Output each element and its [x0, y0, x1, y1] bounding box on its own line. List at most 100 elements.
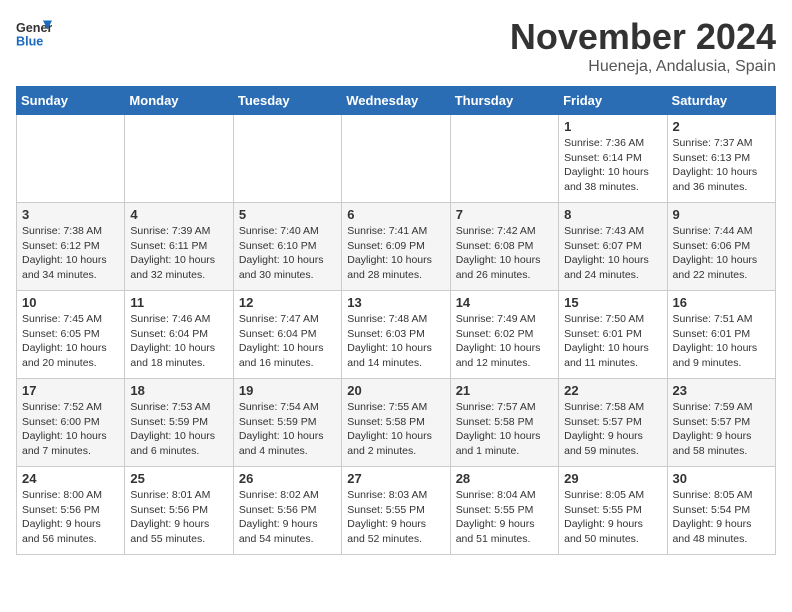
day-number: 6 [347, 207, 444, 222]
day-number: 18 [130, 383, 227, 398]
day-info: Sunrise: 7:55 AM Sunset: 5:58 PM Dayligh… [347, 400, 444, 459]
title-area: November 2024 Hueneja, Andalusia, Spain [510, 16, 776, 76]
calendar-week-5: 24 Sunrise: 8:00 AM Sunset: 5:56 PM Dayli… [17, 467, 776, 555]
calendar-week-3: 10 Sunrise: 7:45 AM Sunset: 6:05 PM Dayli… [17, 291, 776, 379]
weekday-header-thursday: Thursday [450, 87, 558, 115]
day-number: 21 [456, 383, 553, 398]
calendar-cell: 8 Sunrise: 7:43 AM Sunset: 6:07 PM Daylig… [559, 203, 667, 291]
day-number: 9 [673, 207, 770, 222]
calendar-cell: 22 Sunrise: 7:58 AM Sunset: 5:57 PM Dayli… [559, 379, 667, 467]
day-info: Sunrise: 7:58 AM Sunset: 5:57 PM Dayligh… [564, 400, 661, 459]
calendar-cell [17, 115, 125, 203]
day-info: Sunrise: 7:45 AM Sunset: 6:05 PM Dayligh… [22, 312, 119, 371]
day-number: 13 [347, 295, 444, 310]
day-info: Sunrise: 8:05 AM Sunset: 5:55 PM Dayligh… [564, 488, 661, 547]
calendar-week-4: 17 Sunrise: 7:52 AM Sunset: 6:00 PM Dayli… [17, 379, 776, 467]
calendar-week-1: 1 Sunrise: 7:36 AM Sunset: 6:14 PM Daylig… [17, 115, 776, 203]
calendar-cell: 7 Sunrise: 7:42 AM Sunset: 6:08 PM Daylig… [450, 203, 558, 291]
calendar-cell: 26 Sunrise: 8:02 AM Sunset: 5:56 PM Dayli… [233, 467, 341, 555]
calendar-cell: 15Sunrise: 7:50 AM Sunset: 6:01 PM Dayli… [559, 291, 667, 379]
calendar-cell: 19 Sunrise: 7:54 AM Sunset: 5:59 PM Dayli… [233, 379, 341, 467]
calendar-cell: 28 Sunrise: 8:04 AM Sunset: 5:55 PM Dayli… [450, 467, 558, 555]
calendar-cell: 5Sunrise: 7:40 AM Sunset: 6:10 PM Daylig… [233, 203, 341, 291]
day-number: 10 [22, 295, 119, 310]
day-info: Sunrise: 7:52 AM Sunset: 6:00 PM Dayligh… [22, 400, 119, 459]
calendar-cell: 27 Sunrise: 8:03 AM Sunset: 5:55 PM Dayli… [342, 467, 450, 555]
calendar-cell: 1 Sunrise: 7:36 AM Sunset: 6:14 PM Daylig… [559, 115, 667, 203]
day-number: 28 [456, 471, 553, 486]
day-info: Sunrise: 7:48 AM Sunset: 6:03 PM Dayligh… [347, 312, 444, 371]
weekday-header-sunday: Sunday [17, 87, 125, 115]
weekday-header-row: SundayMondayTuesdayWednesdayThursdayFrid… [17, 87, 776, 115]
logo-icon: General Blue [16, 16, 52, 52]
day-number: 7 [456, 207, 553, 222]
day-number: 2 [673, 119, 770, 134]
day-info: Sunrise: 7:38 AM Sunset: 6:12 PM Dayligh… [22, 224, 119, 283]
calendar-cell: 12Sunrise: 7:47 AM Sunset: 6:04 PM Dayli… [233, 291, 341, 379]
weekday-header-monday: Monday [125, 87, 233, 115]
calendar-cell: 10 Sunrise: 7:45 AM Sunset: 6:05 PM Dayli… [17, 291, 125, 379]
calendar-cell: 20Sunrise: 7:55 AM Sunset: 5:58 PM Dayli… [342, 379, 450, 467]
day-info: Sunrise: 8:00 AM Sunset: 5:56 PM Dayligh… [22, 488, 119, 547]
calendar-cell: 16 Sunrise: 7:51 AM Sunset: 6:01 PM Dayli… [667, 291, 775, 379]
calendar-week-2: 3 Sunrise: 7:38 AM Sunset: 6:12 PM Daylig… [17, 203, 776, 291]
day-number: 24 [22, 471, 119, 486]
calendar-cell [450, 115, 558, 203]
calendar-cell: 30Sunrise: 8:05 AM Sunset: 5:54 PM Dayli… [667, 467, 775, 555]
day-number: 29 [564, 471, 661, 486]
day-number: 22 [564, 383, 661, 398]
day-info: Sunrise: 7:51 AM Sunset: 6:01 PM Dayligh… [673, 312, 770, 371]
day-info: Sunrise: 7:53 AM Sunset: 5:59 PM Dayligh… [130, 400, 227, 459]
calendar-cell: 11Sunrise: 7:46 AM Sunset: 6:04 PM Dayli… [125, 291, 233, 379]
calendar-cell [125, 115, 233, 203]
day-info: Sunrise: 7:42 AM Sunset: 6:08 PM Dayligh… [456, 224, 553, 283]
day-number: 26 [239, 471, 336, 486]
day-info: Sunrise: 7:59 AM Sunset: 5:57 PM Dayligh… [673, 400, 770, 459]
location-title: Hueneja, Andalusia, Spain [510, 58, 776, 76]
calendar-cell: 25 Sunrise: 8:01 AM Sunset: 5:56 PM Dayli… [125, 467, 233, 555]
calendar-table: SundayMondayTuesdayWednesdayThursdayFrid… [16, 86, 776, 555]
day-number: 3 [22, 207, 119, 222]
day-number: 5 [239, 207, 336, 222]
weekday-header-saturday: Saturday [667, 87, 775, 115]
calendar-cell: 9 Sunrise: 7:44 AM Sunset: 6:06 PM Daylig… [667, 203, 775, 291]
day-info: Sunrise: 7:37 AM Sunset: 6:13 PM Dayligh… [673, 136, 770, 195]
calendar-cell [342, 115, 450, 203]
day-info: Sunrise: 8:03 AM Sunset: 5:55 PM Dayligh… [347, 488, 444, 547]
day-number: 8 [564, 207, 661, 222]
day-info: Sunrise: 7:39 AM Sunset: 6:11 PM Dayligh… [130, 224, 227, 283]
calendar-cell: 4Sunrise: 7:39 AM Sunset: 6:11 PM Daylig… [125, 203, 233, 291]
day-info: Sunrise: 7:43 AM Sunset: 6:07 PM Dayligh… [564, 224, 661, 283]
calendar-cell: 23 Sunrise: 7:59 AM Sunset: 5:57 PM Dayli… [667, 379, 775, 467]
day-info: Sunrise: 8:04 AM Sunset: 5:55 PM Dayligh… [456, 488, 553, 547]
day-info: Sunrise: 7:49 AM Sunset: 6:02 PM Dayligh… [456, 312, 553, 371]
day-number: 23 [673, 383, 770, 398]
calendar-cell: 14Sunrise: 7:49 AM Sunset: 6:02 PM Dayli… [450, 291, 558, 379]
calendar-cell: 24 Sunrise: 8:00 AM Sunset: 5:56 PM Dayli… [17, 467, 125, 555]
svg-text:Blue: Blue [16, 35, 43, 49]
day-info: Sunrise: 7:44 AM Sunset: 6:06 PM Dayligh… [673, 224, 770, 283]
day-number: 17 [22, 383, 119, 398]
day-number: 11 [130, 295, 227, 310]
day-number: 19 [239, 383, 336, 398]
month-title: November 2024 [510, 16, 776, 58]
calendar-cell: 29 Sunrise: 8:05 AM Sunset: 5:55 PM Dayli… [559, 467, 667, 555]
calendar-cell [233, 115, 341, 203]
logo: General Blue [16, 16, 52, 52]
calendar-cell: 18 Sunrise: 7:53 AM Sunset: 5:59 PM Dayli… [125, 379, 233, 467]
weekday-header-wednesday: Wednesday [342, 87, 450, 115]
day-number: 30 [673, 471, 770, 486]
day-number: 16 [673, 295, 770, 310]
day-number: 27 [347, 471, 444, 486]
day-number: 1 [564, 119, 661, 134]
calendar-cell: 17 Sunrise: 7:52 AM Sunset: 6:00 PM Dayli… [17, 379, 125, 467]
day-number: 15 [564, 295, 661, 310]
calendar-cell: 3 Sunrise: 7:38 AM Sunset: 6:12 PM Daylig… [17, 203, 125, 291]
day-info: Sunrise: 8:02 AM Sunset: 5:56 PM Dayligh… [239, 488, 336, 547]
day-info: Sunrise: 7:57 AM Sunset: 5:58 PM Dayligh… [456, 400, 553, 459]
day-info: Sunrise: 7:36 AM Sunset: 6:14 PM Dayligh… [564, 136, 661, 195]
calendar-cell: 13 Sunrise: 7:48 AM Sunset: 6:03 PM Dayli… [342, 291, 450, 379]
day-number: 25 [130, 471, 227, 486]
day-info: Sunrise: 7:54 AM Sunset: 5:59 PM Dayligh… [239, 400, 336, 459]
day-info: Sunrise: 8:01 AM Sunset: 5:56 PM Dayligh… [130, 488, 227, 547]
